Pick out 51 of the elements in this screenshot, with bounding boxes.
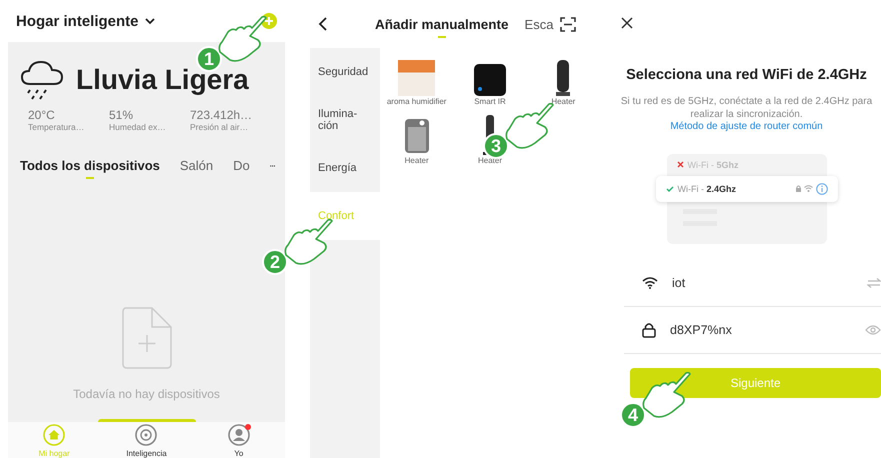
- product-name[interactable]: Heater: [386, 156, 447, 166]
- stat-value: 51%: [109, 108, 134, 122]
- close-icon[interactable]: [621, 17, 633, 29]
- info-icon: [816, 182, 828, 194]
- category-item[interactable]: Ilumina-ción: [310, 96, 380, 144]
- product-name[interactable]: Heater: [533, 98, 594, 107]
- room-tab[interactable]: Salón: [180, 158, 214, 179]
- back-icon[interactable]: [318, 17, 327, 31]
- network-name: Wi-Fi - 2.4Ghz: [678, 184, 736, 194]
- empty-message: Todavía no hay dispositivos: [73, 387, 220, 401]
- home-title[interactable]: Hogar inteligente: [16, 12, 139, 30]
- avatar-icon: [228, 424, 250, 446]
- nav-tab[interactable]: Inteligencia: [100, 422, 193, 458]
- stat-label: Presión al air…: [190, 122, 250, 132]
- nav-tab[interactable]: Yo: [192, 422, 285, 458]
- stat-label: Humedad ex…: [109, 122, 167, 132]
- stat-label: Temperatura…: [28, 122, 86, 132]
- space-heater-icon: [404, 118, 429, 155]
- pointing-hand-icon: [505, 103, 555, 151]
- product-name[interactable]: Smart IR: [460, 98, 520, 107]
- pointing-hand-icon: [284, 219, 334, 267]
- photo-placeholder: [398, 60, 436, 96]
- ssid-field[interactable]: iot: [670, 274, 824, 290]
- manual-tab[interactable]: Añadir manualmente: [375, 16, 509, 38]
- scan-icon[interactable]: [560, 16, 576, 32]
- wifi-icon: [804, 185, 812, 192]
- stat-value: 20°C: [28, 108, 56, 122]
- password-field[interactable]: d8XP7%nx: [668, 322, 822, 338]
- more-icon[interactable]: [270, 164, 275, 168]
- scan-tab[interactable]: Esca: [524, 16, 554, 32]
- stat-value: 723.412h…: [190, 108, 254, 122]
- wifi-title: Selecciona una red WiFi de 2.4GHz: [625, 67, 868, 83]
- rain-cloud-icon: [20, 60, 64, 100]
- room-tab[interactable]: Do: [233, 158, 250, 179]
- empty-document-icon: [122, 307, 172, 369]
- network-name: Wi-Fi - 5Ghz: [688, 160, 739, 170]
- router-help-link[interactable]: Método de ajuste de router común: [670, 121, 823, 132]
- lock-icon: [796, 185, 800, 192]
- product-name[interactable]: aroma humidifier: [386, 98, 447, 107]
- category-item[interactable]: Seguridad: [310, 48, 380, 96]
- product-name[interactable]: Heater: [460, 156, 520, 166]
- room-tab[interactable]: Todos los dispositivos: [20, 158, 160, 179]
- wifi-icon: [642, 276, 658, 288]
- chevron-down-icon[interactable]: [144, 18, 155, 24]
- pointing-hand-icon: [642, 372, 692, 420]
- category-item[interactable]: Energía: [310, 144, 380, 192]
- wifi-description: Si tu red es de 5GHz, conéctate a la red de 2.4GHz para realizar la sincronización. Método de ajuste de router común: [620, 96, 874, 134]
- home-icon: [43, 424, 66, 446]
- ir-hub-icon: [474, 64, 506, 96]
- lock-icon: [642, 322, 656, 338]
- tower-heater-icon: [556, 60, 570, 96]
